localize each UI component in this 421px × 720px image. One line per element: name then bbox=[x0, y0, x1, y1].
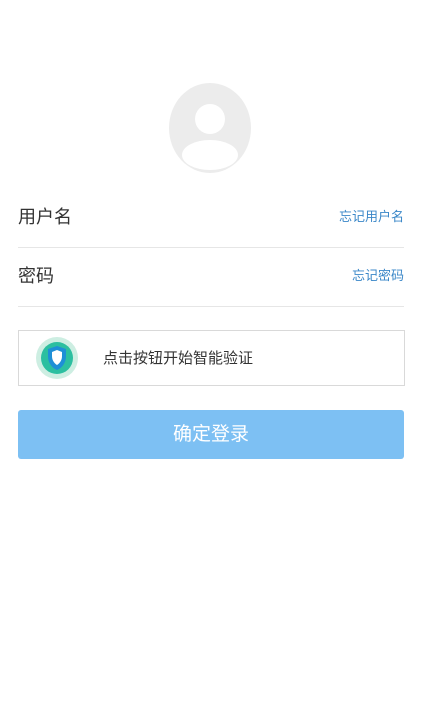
forgot-password-link[interactable]: 忘记密码 bbox=[352, 268, 404, 286]
forgot-username-link[interactable]: 忘记用户名 bbox=[339, 209, 404, 227]
username-field[interactable]: 用户名 忘记用户名 bbox=[18, 190, 404, 248]
shield-icon bbox=[35, 336, 79, 380]
login-button[interactable]: 确定登录 bbox=[18, 410, 404, 459]
password-label: 密码 bbox=[18, 266, 54, 287]
password-field[interactable]: 密码 忘记密码 bbox=[18, 249, 404, 307]
user-avatar-icon bbox=[182, 104, 238, 170]
smart-verify-button[interactable]: 点击按钮开始智能验证 bbox=[18, 330, 405, 386]
smart-verify-label: 点击按钮开始智能验证 bbox=[103, 349, 254, 367]
username-label: 用户名 bbox=[18, 207, 72, 228]
avatar bbox=[169, 83, 251, 173]
